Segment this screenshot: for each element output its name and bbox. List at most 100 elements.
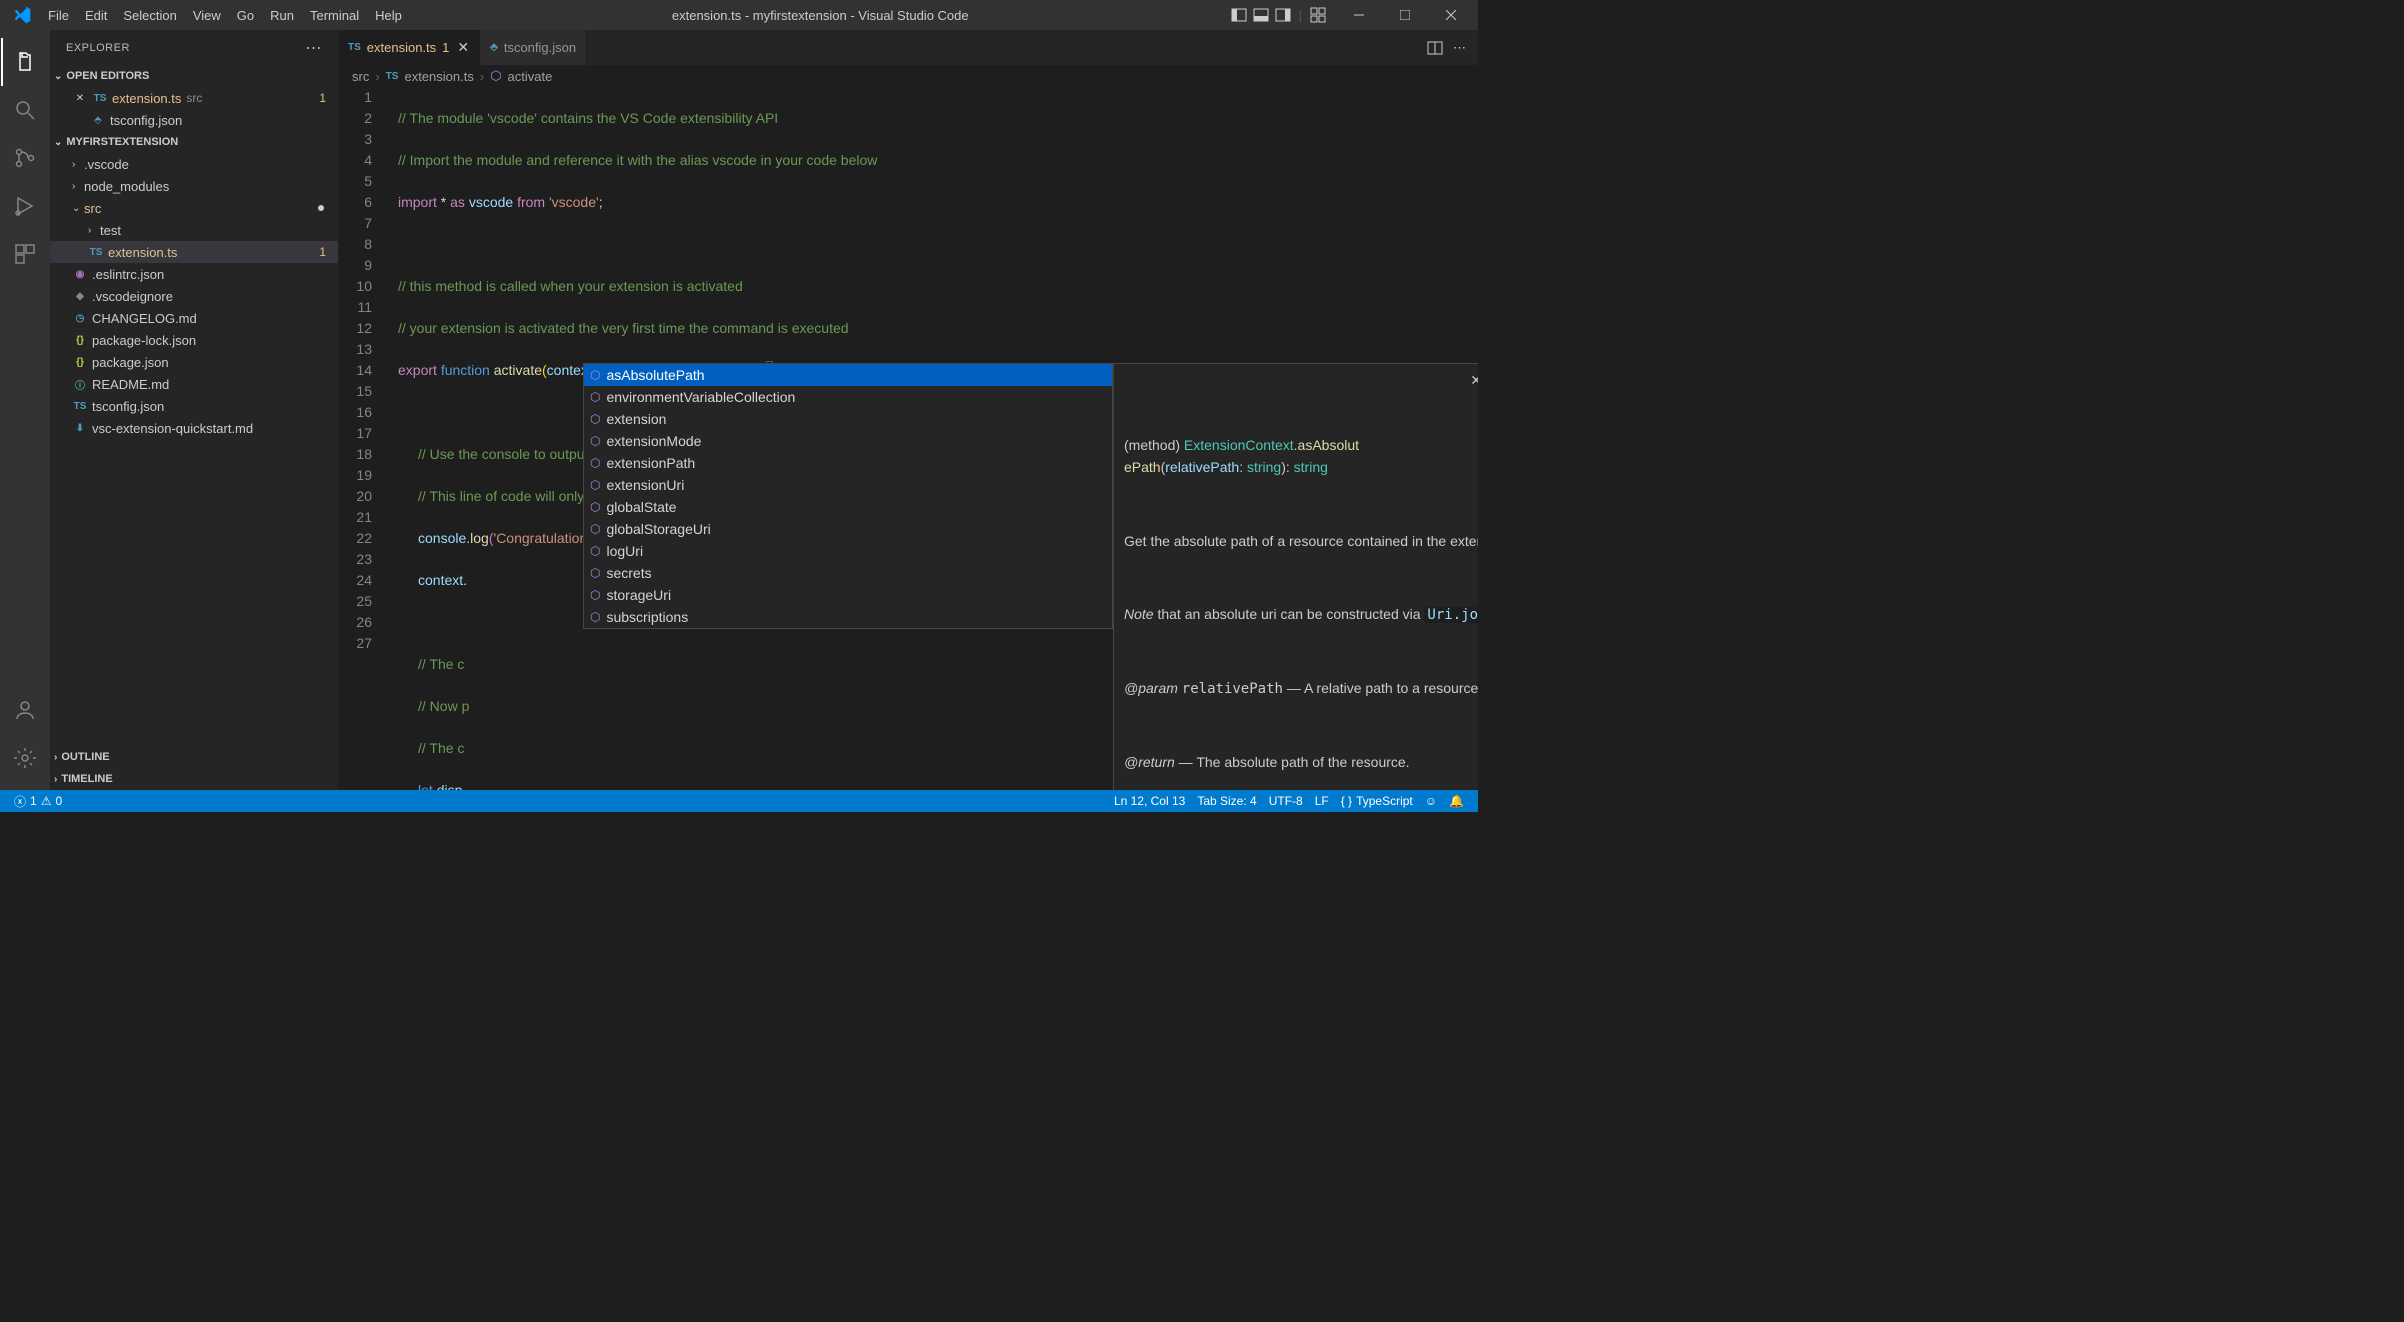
folder-item[interactable]: ›test: [50, 219, 338, 241]
layout-customize-icon[interactable]: [1310, 7, 1326, 23]
chevron-icon: ⌄: [72, 203, 84, 214]
close-button[interactable]: [1428, 0, 1474, 30]
file-icon: {}: [72, 332, 88, 348]
suggest-item[interactable]: ⬡extensionMode: [584, 430, 1112, 452]
suggest-item[interactable]: ⬡subscriptions: [584, 606, 1112, 628]
errors-count[interactable]: ⓧ1⚠0: [8, 793, 68, 810]
suggest-item[interactable]: ⬡globalStorageUri: [584, 518, 1112, 540]
suggest-item[interactable]: ⬡logUri: [584, 540, 1112, 562]
timeline-section[interactable]: ›TIMELINE: [50, 768, 338, 790]
menu-terminal[interactable]: Terminal: [302, 4, 367, 27]
intellisense-suggest[interactable]: ⬡asAbsolutePath⬡environmentVariableColle…: [583, 363, 1113, 629]
close-icon[interactable]: ✕: [457, 39, 469, 56]
notifications-icon[interactable]: 🔔: [1443, 794, 1470, 808]
cube-icon: ⬡: [590, 365, 600, 386]
chevron-icon: ›: [88, 225, 100, 236]
file-item[interactable]: TStsconfig.json: [50, 395, 338, 417]
activity-settings[interactable]: [1, 734, 49, 782]
ts-icon: TS: [348, 42, 361, 53]
ts-icon: ⬘: [490, 42, 498, 53]
status-bar: ⓧ1⚠0 Ln 12, Col 13 Tab Size: 4 UTF-8 LF …: [0, 790, 1478, 812]
suggest-item[interactable]: ⬡asAbsolutePath: [584, 364, 1112, 386]
cursor-position[interactable]: Ln 12, Col 13: [1108, 794, 1191, 808]
activity-bar: [0, 30, 50, 790]
file-item[interactable]: {}package.json: [50, 351, 338, 373]
file-icon: ⬇: [72, 420, 88, 436]
cube-icon: ⬡: [590, 409, 600, 430]
more-actions-icon[interactable]: ⋯: [1453, 40, 1466, 56]
menu-selection[interactable]: Selection: [115, 4, 184, 27]
file-item[interactable]: {}package-lock.json: [50, 329, 338, 351]
tab-size[interactable]: Tab Size: 4: [1191, 794, 1262, 808]
file-icon: {}: [72, 354, 88, 370]
menu-run[interactable]: Run: [262, 4, 302, 27]
activity-account[interactable]: [1, 686, 49, 734]
file-icon: ⓘ: [72, 376, 88, 392]
window-title: extension.ts - myfirstextension - Visual…: [410, 8, 1231, 23]
close-icon[interactable]: ✕: [1470, 370, 1478, 391]
minimize-button[interactable]: [1336, 0, 1382, 30]
file-item[interactable]: ◷CHANGELOG.md: [50, 307, 338, 329]
folder-item[interactable]: ⌄src: [50, 197, 338, 219]
breadcrumb[interactable]: src› TS extension.ts› ⬡ activate: [338, 65, 1478, 87]
activity-search[interactable]: [1, 86, 49, 134]
cube-icon: ⬡: [590, 541, 600, 562]
encoding[interactable]: UTF-8: [1263, 794, 1309, 808]
file-item[interactable]: ⓘREADME.md: [50, 373, 338, 395]
file-icon: TS: [88, 244, 104, 260]
suggest-item[interactable]: ⬡extensionUri: [584, 474, 1112, 496]
close-icon[interactable]: ✕: [72, 90, 88, 106]
tab-extension-ts[interactable]: TS extension.ts 1 ✕: [338, 30, 480, 65]
file-icon: ◆: [72, 288, 88, 304]
eol[interactable]: LF: [1309, 794, 1335, 808]
modified-indicator: 1: [442, 40, 449, 55]
explorer-header: EXPLORER ⋯: [50, 30, 338, 65]
menu-go[interactable]: Go: [229, 4, 262, 27]
cube-icon: ⬡: [590, 585, 600, 606]
explorer-more-icon[interactable]: ⋯: [306, 38, 323, 58]
activity-debug[interactable]: [1, 182, 49, 230]
language-mode[interactable]: { }TypeScript: [1335, 794, 1419, 808]
panel-left-icon[interactable]: [1231, 7, 1247, 23]
line-numbers: 1234567891011121314151617181920212223242…: [338, 87, 388, 790]
file-item[interactable]: ◆.vscodeignore: [50, 285, 338, 307]
explorer-sidebar: EXPLORER ⋯ ⌄OPEN EDITORS ✕ TS extension.…: [50, 30, 338, 790]
panel-right-icon[interactable]: [1275, 7, 1291, 23]
split-editor-icon[interactable]: [1427, 40, 1443, 56]
menu-help[interactable]: Help: [367, 4, 410, 27]
menu-view[interactable]: View: [185, 4, 229, 27]
suggest-item[interactable]: ⬡globalState: [584, 496, 1112, 518]
suggest-item[interactable]: ⬡extension: [584, 408, 1112, 430]
project-section[interactable]: ⌄MYFIRSTEXTENSION: [50, 131, 338, 153]
open-editors-section[interactable]: ⌄OPEN EDITORS: [50, 65, 338, 87]
menu-edit[interactable]: Edit: [77, 4, 115, 27]
suggest-item[interactable]: ⬡secrets: [584, 562, 1112, 584]
ts-icon: ⬘: [90, 112, 106, 128]
ts-icon: TS: [92, 90, 108, 106]
folder-item[interactable]: ›.vscode: [50, 153, 338, 175]
activity-extensions[interactable]: [1, 230, 49, 278]
open-editor-item[interactable]: ✕ TS extension.ts src 1: [50, 87, 338, 109]
outline-section[interactable]: ›OUTLINE: [50, 746, 338, 768]
suggest-item[interactable]: ⬡extensionPath: [584, 452, 1112, 474]
maximize-button[interactable]: [1382, 0, 1428, 30]
title-bar: File Edit Selection View Go Run Terminal…: [0, 0, 1478, 30]
open-editor-item[interactable]: ⬘ tsconfig.json: [50, 109, 338, 131]
code-editor[interactable]: 1234567891011121314151617181920212223242…: [338, 87, 1478, 790]
file-item[interactable]: ⬇vsc-extension-quickstart.md: [50, 417, 338, 439]
feedback-icon[interactable]: ☺: [1419, 794, 1443, 808]
suggest-item[interactable]: ⬡storageUri: [584, 584, 1112, 606]
cube-icon: ⬡: [590, 387, 600, 408]
cube-icon: ⬡: [590, 563, 600, 584]
tab-tsconfig[interactable]: ⬘ tsconfig.json: [480, 30, 587, 65]
activity-scm[interactable]: [1, 134, 49, 182]
panel-bottom-icon[interactable]: [1253, 7, 1269, 23]
file-item[interactable]: TSextension.ts1: [50, 241, 338, 263]
file-item[interactable]: ◉.eslintrc.json: [50, 263, 338, 285]
menu-file[interactable]: File: [40, 4, 77, 27]
folder-item[interactable]: ›node_modules: [50, 175, 338, 197]
layout-controls: |: [1231, 7, 1326, 23]
cube-icon: ⬡: [490, 68, 501, 84]
suggest-item[interactable]: ⬡environmentVariableCollection: [584, 386, 1112, 408]
activity-explorer[interactable]: [1, 38, 49, 86]
